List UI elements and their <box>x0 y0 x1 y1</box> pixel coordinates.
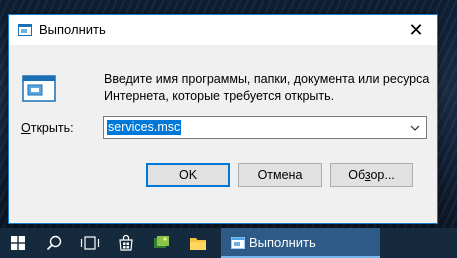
dialog-titlebar[interactable]: Выполнить ✕ <box>9 15 437 45</box>
windows-start-icon[interactable] <box>0 228 36 258</box>
dialog-description: Введите имя программы, папки, документа … <box>104 72 430 103</box>
ok-button-label: OK <box>178 168 198 182</box>
taskbar-run-label: Выполнить <box>249 235 316 250</box>
run-icon <box>231 237 245 249</box>
store-icon[interactable] <box>108 228 144 258</box>
browse-label-rest: ор... <box>370 168 395 182</box>
ok-button[interactable]: OK <box>146 163 230 187</box>
close-button[interactable]: ✕ <box>395 15 437 45</box>
cancel-button-label: Отмена <box>257 168 303 182</box>
close-icon: ✕ <box>408 19 424 40</box>
open-label-text: ткрыть: <box>30 121 74 135</box>
browse-label-prefix: Об <box>348 168 365 182</box>
open-label-mnemonic: О <box>21 121 31 135</box>
file-explorer-icon[interactable] <box>180 228 216 258</box>
run-program-icon <box>22 75 56 102</box>
task-view-icon[interactable] <box>72 228 108 258</box>
photos-app-icon[interactable] <box>144 228 180 258</box>
run-dialog: Выполнить ✕ Введите имя программы, папки… <box>8 14 438 224</box>
open-field-label: Открыть: <box>21 121 74 135</box>
search-icon[interactable] <box>36 228 72 258</box>
cancel-button[interactable]: Отмена <box>238 163 322 187</box>
browse-button-label: Обзор... <box>348 168 395 182</box>
chevron-down-icon[interactable] <box>407 119 423 137</box>
open-combobox[interactable]: services.msc <box>103 116 427 139</box>
taskbar: Выполнить <box>0 228 457 258</box>
taskbar-run-button[interactable]: Выполнить <box>221 228 380 258</box>
dialog-title: Выполнить <box>39 22 106 37</box>
open-input[interactable]: services.msc <box>107 120 182 135</box>
browse-button[interactable]: Обзор... <box>330 163 413 187</box>
run-icon <box>18 24 32 36</box>
